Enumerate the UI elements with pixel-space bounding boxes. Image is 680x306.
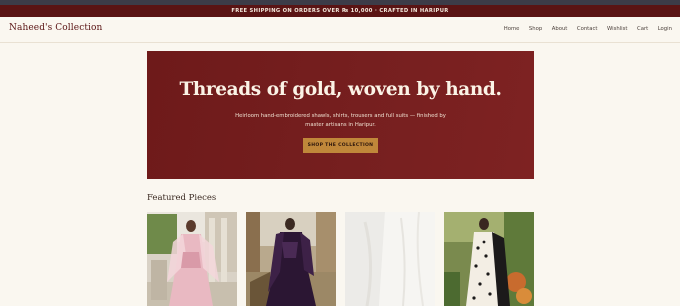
promo-banner: FREE SHIPPING ON ORDERS OVER ₨ 10,000 · … bbox=[0, 5, 680, 17]
featured-section-title: Featured Pieces bbox=[147, 193, 217, 203]
nav-contact[interactable]: Contact bbox=[577, 26, 598, 32]
product-image-printed-outfit bbox=[444, 212, 534, 306]
hero-banner: Threads of gold, woven by hand. Heirloom… bbox=[147, 51, 534, 179]
product-card-printed-outfit[interactable] bbox=[444, 212, 534, 306]
nav-shop[interactable]: Shop bbox=[529, 26, 542, 32]
nav-about[interactable]: About bbox=[552, 26, 568, 32]
product-card-purple-outfit[interactable] bbox=[246, 212, 336, 306]
hero-subtitle: Heirloom hand-embroidered shawls, shirts… bbox=[235, 113, 446, 128]
product-card-white-fabric[interactable] bbox=[345, 212, 435, 306]
nav-home[interactable]: Home bbox=[504, 26, 520, 32]
product-image-white-fabric bbox=[345, 212, 435, 306]
shop-collection-button[interactable]: SHOP THE COLLECTION bbox=[303, 138, 378, 153]
nav-wishlist[interactable]: Wishlist bbox=[607, 26, 628, 32]
site-header: Naheed's Collection Home Shop About Cont… bbox=[0, 17, 680, 43]
product-card-pink-outfit[interactable] bbox=[147, 212, 237, 306]
product-image-purple-outfit bbox=[246, 212, 336, 306]
nav-login[interactable]: Login bbox=[658, 26, 672, 32]
nav-cart[interactable]: Cart bbox=[637, 26, 648, 32]
brand-logo-text[interactable]: Naheed's Collection bbox=[9, 23, 102, 33]
main-nav: Home Shop About Contact Wishlist Cart Lo… bbox=[504, 26, 672, 32]
hero-title: Threads of gold, woven by hand. bbox=[179, 79, 502, 100]
product-image-pink-outfit bbox=[147, 212, 237, 306]
